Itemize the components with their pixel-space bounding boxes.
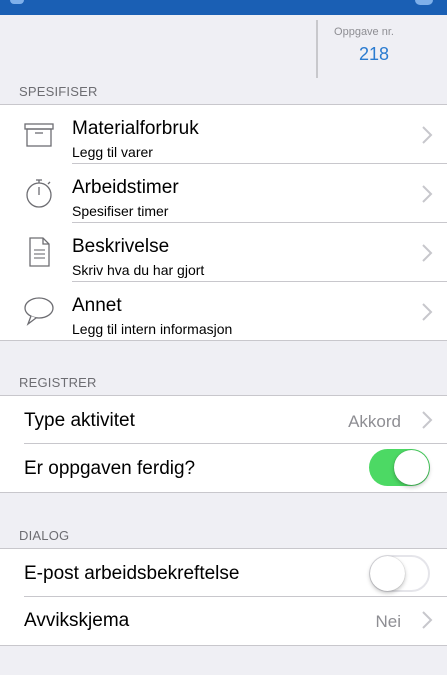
list-item-title: Annet: [72, 295, 122, 316]
toggle-knob: [370, 556, 405, 591]
deviation-form-row[interactable]: Avvikskjema Nei: [0, 597, 447, 645]
activity-type-label: Type aktivitet: [24, 410, 135, 431]
activity-type-value: Akkord: [348, 412, 401, 431]
archive-box-icon: [22, 119, 56, 153]
list-item-subtitle: Spesifiser timer: [72, 203, 169, 219]
toggle-knob: [394, 450, 429, 485]
deviation-form-value: Nei: [375, 612, 401, 631]
list-item-arbeidstimer[interactable]: Arbeidstimer Spesifiser timer: [0, 164, 447, 223]
task-done-toggle[interactable]: [369, 449, 430, 486]
speech-bubble-icon: [22, 294, 56, 328]
dialog-group: E-post arbeidsbekreftelse Avvikskjema Ne…: [0, 548, 447, 646]
document-icon: [22, 235, 56, 269]
stopwatch-icon: [22, 176, 56, 210]
email-confirmation-label: E-post arbeidsbekreftelse: [24, 563, 240, 584]
options-button[interactable]: [415, 0, 433, 5]
section-header-register: REGISTRER: [19, 375, 97, 390]
chevron-right-icon: [421, 243, 433, 263]
list-item-subtitle: Legg til varer: [72, 144, 153, 160]
task-number: 218: [358, 44, 390, 64]
list-item-subtitle: Legg til intern informasjon: [72, 321, 233, 337]
task-done-label: Er oppgaven ferdig?: [24, 458, 196, 479]
chevron-right-icon: [421, 410, 433, 430]
list-item-title: Arbeidstimer: [72, 177, 179, 198]
list-item-title: Materialforbruk: [72, 118, 199, 139]
header-divider: [316, 20, 318, 78]
navigation-bar: [0, 0, 447, 15]
chevron-right-icon: [421, 125, 433, 145]
email-confirmation-row: E-post arbeidsbekreftelse: [0, 549, 447, 597]
chevron-right-icon: [421, 184, 433, 204]
section-header-dialog: DIALOG: [19, 528, 70, 543]
deviation-form-label: Avvikskjema: [24, 610, 130, 631]
task-number-label: Oppgave nr.: [334, 26, 394, 38]
section-header-specify: SPESIFISER: [19, 84, 98, 99]
list-item-subtitle: Skriv hva du har gjort: [72, 262, 205, 278]
chevron-right-icon: [421, 302, 433, 322]
chevron-right-icon: [421, 610, 433, 630]
task-done-row: Er oppgaven ferdig?: [0, 444, 447, 492]
list-item-title: Beskrivelse: [72, 236, 170, 257]
activity-type-row[interactable]: Type aktivitet Akkord: [0, 396, 447, 444]
list-item-materialforbruk[interactable]: Materialforbruk Legg til varer: [0, 105, 447, 164]
specify-group: Materialforbruk Legg til varer Arbeidsti…: [0, 104, 447, 341]
register-group: Type aktivitet Akkord Er oppgaven ferdig…: [0, 395, 447, 493]
list-item-annet[interactable]: Annet Legg til intern informasjon: [0, 282, 447, 340]
back-button[interactable]: [10, 0, 24, 4]
email-confirmation-toggle[interactable]: [369, 555, 430, 592]
list-item-beskrivelse[interactable]: Beskrivelse Skriv hva du har gjort: [0, 223, 447, 282]
